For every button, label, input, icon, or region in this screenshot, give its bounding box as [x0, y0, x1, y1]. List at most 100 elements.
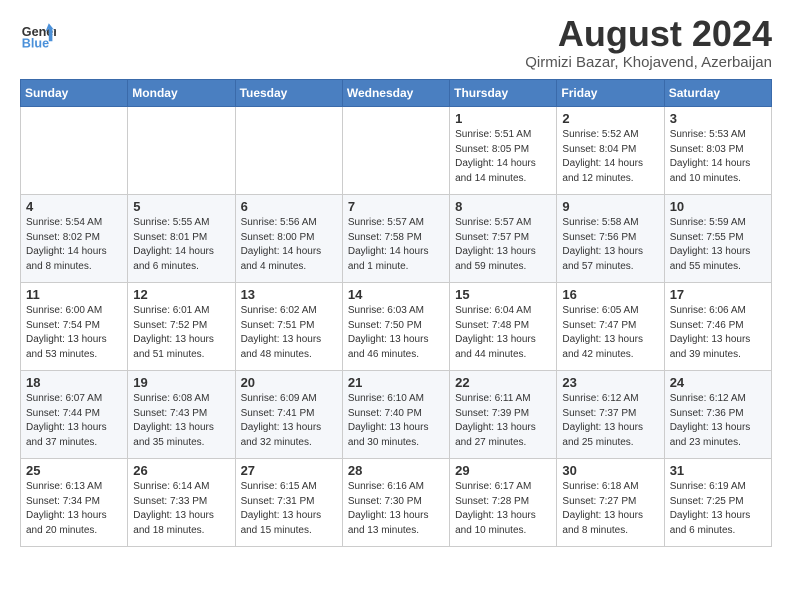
calendar-cell: 25 Sunrise: 6:13 AM Sunset: 7:34 PM Dayli…	[21, 459, 128, 547]
weekday-header-friday: Friday	[557, 80, 664, 107]
day-info: Sunrise: 5:51 AM Sunset: 8:05 PM Dayligh…	[455, 128, 551, 186]
calendar-cell: 9 Sunrise: 5:58 AM Sunset: 7:56 PM Daylig…	[557, 195, 664, 283]
day-number: 28	[348, 463, 444, 478]
title-block: August 2024 Qirmizi Bazar, Khojavend, Az…	[525, 16, 772, 71]
logo-icon: General Blue	[20, 16, 56, 52]
week-row-4: 18 Sunrise: 6:07 AM Sunset: 7:44 PM Dayli…	[21, 371, 772, 459]
day-info: Sunrise: 6:04 AM Sunset: 7:48 PM Dayligh…	[455, 304, 551, 362]
calendar-cell: 1 Sunrise: 5:51 AM Sunset: 8:05 PM Daylig…	[450, 107, 557, 195]
calendar-cell: 26 Sunrise: 6:14 AM Sunset: 7:33 PM Dayli…	[128, 459, 235, 547]
calendar-cell: 30 Sunrise: 6:18 AM Sunset: 7:27 PM Dayli…	[557, 459, 664, 547]
weekday-header-sunday: Sunday	[21, 80, 128, 107]
day-number: 18	[26, 375, 122, 390]
day-number: 7	[348, 199, 444, 214]
day-number: 1	[455, 111, 551, 126]
day-number: 4	[26, 199, 122, 214]
weekday-header-thursday: Thursday	[450, 80, 557, 107]
day-number: 25	[26, 463, 122, 478]
calendar-cell	[342, 107, 449, 195]
day-info: Sunrise: 6:01 AM Sunset: 7:52 PM Dayligh…	[133, 304, 229, 362]
calendar-cell: 6 Sunrise: 5:56 AM Sunset: 8:00 PM Daylig…	[235, 195, 342, 283]
day-number: 14	[348, 287, 444, 302]
weekday-header-saturday: Saturday	[664, 80, 771, 107]
calendar-cell: 13 Sunrise: 6:02 AM Sunset: 7:51 PM Dayli…	[235, 283, 342, 371]
calendar-cell: 15 Sunrise: 6:04 AM Sunset: 7:48 PM Dayli…	[450, 283, 557, 371]
day-info: Sunrise: 6:16 AM Sunset: 7:30 PM Dayligh…	[348, 480, 444, 538]
calendar-cell: 29 Sunrise: 6:17 AM Sunset: 7:28 PM Dayli…	[450, 459, 557, 547]
day-info: Sunrise: 6:09 AM Sunset: 7:41 PM Dayligh…	[241, 392, 337, 450]
day-number: 26	[133, 463, 229, 478]
calendar-cell: 17Sunrise: 6:06 AM Sunset: 7:46 PM Dayli…	[664, 283, 771, 371]
calendar-table: SundayMondayTuesdayWednesdayThursdayFrid…	[20, 79, 772, 547]
day-number: 8	[455, 199, 551, 214]
svg-text:Blue: Blue	[22, 37, 49, 51]
day-info: Sunrise: 6:10 AM Sunset: 7:40 PM Dayligh…	[348, 392, 444, 450]
day-number: 29	[455, 463, 551, 478]
calendar-cell: 18 Sunrise: 6:07 AM Sunset: 7:44 PM Dayli…	[21, 371, 128, 459]
day-info: Sunrise: 6:08 AM Sunset: 7:43 PM Dayligh…	[133, 392, 229, 450]
calendar-cell: 22 Sunrise: 6:11 AM Sunset: 7:39 PM Dayli…	[450, 371, 557, 459]
calendar-cell: 28 Sunrise: 6:16 AM Sunset: 7:30 PM Dayli…	[342, 459, 449, 547]
calendar-cell: 31 Sunrise: 6:19 AM Sunset: 7:25 PM Dayli…	[664, 459, 771, 547]
day-number: 9	[562, 199, 658, 214]
day-number: 3	[670, 111, 766, 126]
day-info: Sunrise: 6:12 AM Sunset: 7:36 PM Dayligh…	[670, 392, 766, 450]
calendar-cell: 3 Sunrise: 5:53 AM Sunset: 8:03 PM Daylig…	[664, 107, 771, 195]
day-info: Sunrise: 6:12 AM Sunset: 7:37 PM Dayligh…	[562, 392, 658, 450]
month-title: August 2024	[525, 16, 772, 52]
day-info: Sunrise: 5:55 AM Sunset: 8:01 PM Dayligh…	[133, 216, 229, 274]
calendar-cell: 11 Sunrise: 6:00 AM Sunset: 7:54 PM Dayli…	[21, 283, 128, 371]
day-number: 10	[670, 199, 766, 214]
day-info: Sunrise: 5:57 AM Sunset: 7:58 PM Dayligh…	[348, 216, 444, 274]
calendar-cell: 21Sunrise: 6:10 AM Sunset: 7:40 PM Dayli…	[342, 371, 449, 459]
week-row-5: 25 Sunrise: 6:13 AM Sunset: 7:34 PM Dayli…	[21, 459, 772, 547]
day-info: Sunrise: 6:03 AM Sunset: 7:50 PM Dayligh…	[348, 304, 444, 362]
day-info: Sunrise: 6:13 AM Sunset: 7:34 PM Dayligh…	[26, 480, 122, 538]
calendar-cell: 16Sunrise: 6:05 AM Sunset: 7:47 PM Dayli…	[557, 283, 664, 371]
day-info: Sunrise: 5:53 AM Sunset: 8:03 PM Dayligh…	[670, 128, 766, 186]
calendar-cell	[128, 107, 235, 195]
day-number: 11	[26, 287, 122, 302]
calendar-cell	[235, 107, 342, 195]
weekday-header-row: SundayMondayTuesdayWednesdayThursdayFrid…	[21, 80, 772, 107]
day-info: Sunrise: 6:07 AM Sunset: 7:44 PM Dayligh…	[26, 392, 122, 450]
day-number: 19	[133, 375, 229, 390]
calendar-cell: 20 Sunrise: 6:09 AM Sunset: 7:41 PM Dayli…	[235, 371, 342, 459]
day-info: Sunrise: 6:00 AM Sunset: 7:54 PM Dayligh…	[26, 304, 122, 362]
week-row-1: 1 Sunrise: 5:51 AM Sunset: 8:05 PM Daylig…	[21, 107, 772, 195]
calendar-cell: 14 Sunrise: 6:03 AM Sunset: 7:50 PM Dayli…	[342, 283, 449, 371]
week-row-3: 11 Sunrise: 6:00 AM Sunset: 7:54 PM Dayli…	[21, 283, 772, 371]
day-info: Sunrise: 5:57 AM Sunset: 7:57 PM Dayligh…	[455, 216, 551, 274]
day-number: 20	[241, 375, 337, 390]
calendar-cell: 8 Sunrise: 5:57 AM Sunset: 7:57 PM Daylig…	[450, 195, 557, 283]
day-number: 27	[241, 463, 337, 478]
day-info: Sunrise: 6:17 AM Sunset: 7:28 PM Dayligh…	[455, 480, 551, 538]
day-number: 15	[455, 287, 551, 302]
calendar-cell: 5Sunrise: 5:55 AM Sunset: 8:01 PM Daylig…	[128, 195, 235, 283]
day-number: 31	[670, 463, 766, 478]
calendar-cell: 19 Sunrise: 6:08 AM Sunset: 7:43 PM Dayli…	[128, 371, 235, 459]
day-number: 12	[133, 287, 229, 302]
calendar-cell: 12 Sunrise: 6:01 AM Sunset: 7:52 PM Dayli…	[128, 283, 235, 371]
weekday-header-monday: Monday	[128, 80, 235, 107]
calendar-cell: 27Sunrise: 6:15 AM Sunset: 7:31 PM Dayli…	[235, 459, 342, 547]
day-number: 13	[241, 287, 337, 302]
day-info: Sunrise: 6:14 AM Sunset: 7:33 PM Dayligh…	[133, 480, 229, 538]
day-info: Sunrise: 6:11 AM Sunset: 7:39 PM Dayligh…	[455, 392, 551, 450]
calendar-cell: 23Sunrise: 6:12 AM Sunset: 7:37 PM Dayli…	[557, 371, 664, 459]
day-info: Sunrise: 5:52 AM Sunset: 8:04 PM Dayligh…	[562, 128, 658, 186]
day-number: 17	[670, 287, 766, 302]
day-info: Sunrise: 6:18 AM Sunset: 7:27 PM Dayligh…	[562, 480, 658, 538]
calendar-cell: 4 Sunrise: 5:54 AM Sunset: 8:02 PM Daylig…	[21, 195, 128, 283]
day-info: Sunrise: 6:02 AM Sunset: 7:51 PM Dayligh…	[241, 304, 337, 362]
page-header: General Blue August 2024 Qirmizi Bazar, …	[20, 16, 772, 71]
day-info: Sunrise: 5:54 AM Sunset: 8:02 PM Dayligh…	[26, 216, 122, 274]
day-info: Sunrise: 5:59 AM Sunset: 7:55 PM Dayligh…	[670, 216, 766, 274]
day-number: 30	[562, 463, 658, 478]
week-row-2: 4 Sunrise: 5:54 AM Sunset: 8:02 PM Daylig…	[21, 195, 772, 283]
day-info: Sunrise: 5:56 AM Sunset: 8:00 PM Dayligh…	[241, 216, 337, 274]
day-info: Sunrise: 5:58 AM Sunset: 7:56 PM Dayligh…	[562, 216, 658, 274]
day-number: 6	[241, 199, 337, 214]
day-number: 22	[455, 375, 551, 390]
day-info: Sunrise: 6:19 AM Sunset: 7:25 PM Dayligh…	[670, 480, 766, 538]
